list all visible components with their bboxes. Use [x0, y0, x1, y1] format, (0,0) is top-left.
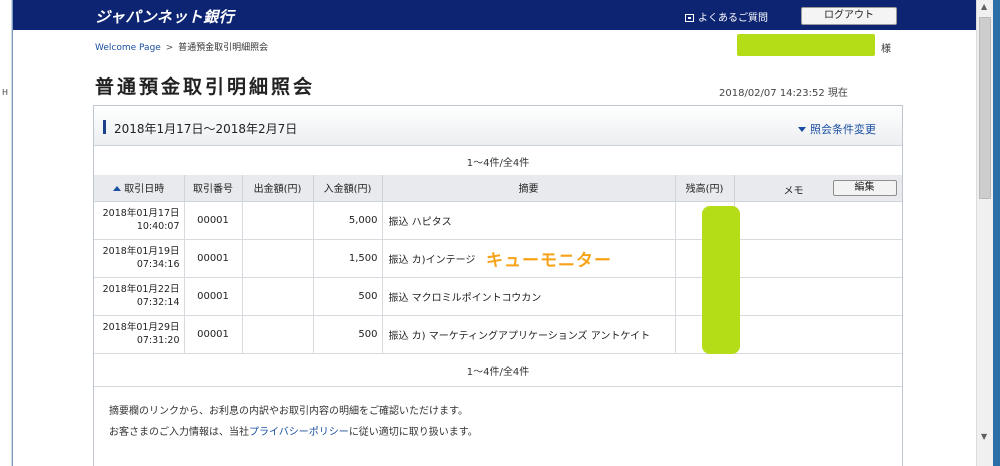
- breadcrumb-separator: >: [165, 43, 174, 53]
- transactions-panel: 2018年1月17日〜2018年2月7日 照会条件変更 1〜4件/全4件 取引日…: [93, 105, 903, 466]
- triangle-down-icon: [798, 127, 806, 132]
- window-icon: [685, 14, 694, 22]
- withdrawal-cell: [241, 314, 314, 354]
- date-cell: 2018年01月22日 07:32:14: [94, 276, 185, 316]
- number-cell: 00001: [183, 238, 243, 278]
- date-cell: 2018年01月29日 07:31:20: [94, 314, 185, 354]
- page-title: 普通預金取引明細照会: [95, 76, 316, 98]
- table-row: 2018年01月17日 10:40:07 00001 5,000 振込 ハピタス: [94, 200, 902, 240]
- faq-label: よくあるご質問: [698, 13, 768, 24]
- withdrawal-cell: [241, 200, 314, 240]
- breadcrumb-current: 普通預金取引明細照会: [178, 43, 269, 53]
- date-cell: 2018年01月17日 10:40:07: [94, 200, 185, 240]
- deposit-cell: 5,000: [312, 200, 383, 240]
- description-cell[interactable]: 振込 マクロミルポイントコウカン: [381, 276, 676, 316]
- current-datetime: 2018/02/07 14:23:52 現在: [719, 88, 848, 99]
- memo-cell: [733, 200, 902, 240]
- row-time: 07:34:16: [136, 259, 180, 270]
- memo-header-label: メモ: [783, 186, 804, 197]
- panel-header: 2018年1月17日〜2018年2月7日 照会条件変更: [94, 106, 902, 146]
- row-time: 10:40:07: [136, 221, 180, 232]
- breadcrumb: Welcome Page > 普通預金取引明細照会: [95, 40, 268, 53]
- edit-memo-button[interactable]: 編集: [832, 180, 897, 196]
- row-date: 2018年01月22日: [102, 284, 180, 295]
- user-honorific: 様: [881, 44, 891, 55]
- period-range: 2018年1月17日〜2018年2月7日: [114, 122, 298, 136]
- period-accent-bar: [103, 120, 106, 134]
- privacy-policy-link[interactable]: プライバシーポリシー: [249, 427, 349, 438]
- sort-by-date-header[interactable]: 取引日時: [94, 175, 185, 202]
- note-line-2: お客さまのご入力情報は、当社プライバシーポリシーに従い適切に取り扱います。: [109, 422, 902, 443]
- number-cell: 00001: [183, 200, 243, 240]
- vertical-scrollbar[interactable]: ▲ ▼: [976, 0, 993, 466]
- table-header-row: 取引日時 取引番号 出金額(円) 入金額(円) 摘要 残高(円) メモ 編集: [94, 175, 902, 202]
- breadcrumb-home-link[interactable]: Welcome Page: [95, 43, 161, 53]
- result-count-bottom: 1〜4件/全4件: [466, 367, 530, 378]
- logout-button[interactable]: ログアウト: [801, 7, 897, 25]
- description-cell[interactable]: 振込 ハピタス: [381, 200, 676, 240]
- row-date: 2018年01月19日: [102, 246, 180, 257]
- browser-page: ジャパンネット銀行 よくあるご質問 ログアウト Welcome Page > 普…: [12, 0, 976, 466]
- withdrawal-cell: [241, 238, 314, 278]
- sort-ascending-icon: [113, 186, 122, 192]
- balance-header: 残高(円): [674, 175, 735, 202]
- number-cell: 00001: [183, 314, 243, 354]
- bank-logo[interactable]: ジャパンネット銀行: [95, 6, 234, 27]
- table-row: 2018年01月29日 07:31:20 00001 500 振込 カ) マーケテ…: [94, 314, 902, 354]
- scrollbar-thumb[interactable]: [979, 17, 991, 199]
- note-line-2-after: に従い適切に取り扱います。: [348, 427, 478, 438]
- memo-cell: [733, 238, 902, 278]
- balance-redaction: [702, 206, 740, 354]
- number-cell: 00001: [183, 276, 243, 316]
- overlay-annotation: キューモニター: [486, 251, 612, 271]
- note-line-2-before: お客さまのご入力情報は、当社: [109, 427, 249, 438]
- row-date: 2018年01月17日: [102, 208, 180, 219]
- deposit-cell: 1,500: [312, 238, 383, 278]
- note-line-1: 摘要欄のリンクから、お利息の内訳やお取引内容の明細をご確認いただけます。: [109, 406, 468, 417]
- deposit-cell: 500: [312, 314, 383, 354]
- memo-header: メモ 編集: [733, 175, 902, 202]
- date-cell: 2018年01月19日 07:34:16: [94, 238, 185, 278]
- result-count-top: 1〜4件/全4件: [466, 158, 530, 169]
- deposit-header: 入金額(円): [312, 175, 383, 202]
- window-right-edge: [993, 0, 1000, 466]
- withdrawal-cell: [241, 276, 314, 316]
- edge-mark: H: [2, 88, 9, 97]
- faq-link[interactable]: よくあるご質問: [685, 9, 768, 24]
- deposit-cell: 500: [312, 276, 383, 316]
- scroll-down-arrow-icon[interactable]: ▼: [981, 432, 987, 441]
- top-bar: ジャパンネット銀行 よくあるご質問 ログアウト: [13, 0, 976, 30]
- description-cell[interactable]: 振込 カ) マーケティングアプリケーションズ アントケイト: [381, 314, 676, 354]
- scroll-up-arrow-icon[interactable]: ▲: [981, 2, 987, 11]
- description-header: 摘要: [381, 175, 676, 202]
- notes-section: 摘要欄のリンクから、お利息の内訳やお取引内容の明細をご確認いただけます。 お客さ…: [94, 386, 902, 466]
- row-time: 07:31:20: [136, 335, 180, 346]
- window-left-edge: H: [0, 0, 12, 466]
- row-time: 07:32:14: [136, 297, 180, 308]
- change-conditions-label: 照会条件変更: [810, 123, 876, 136]
- withdrawal-header: 出金額(円): [241, 175, 314, 202]
- date-header-label: 取引日時: [124, 184, 165, 196]
- row-date: 2018年01月29日: [102, 322, 180, 333]
- user-name-redaction: [737, 34, 875, 56]
- change-conditions-link[interactable]: 照会条件変更: [798, 121, 876, 137]
- memo-cell: [733, 276, 902, 316]
- table-row: 2018年01月22日 07:32:14 00001 500 振込 マクロミルポイ…: [94, 276, 902, 316]
- memo-cell: [733, 314, 902, 354]
- number-header: 取引番号: [183, 175, 243, 202]
